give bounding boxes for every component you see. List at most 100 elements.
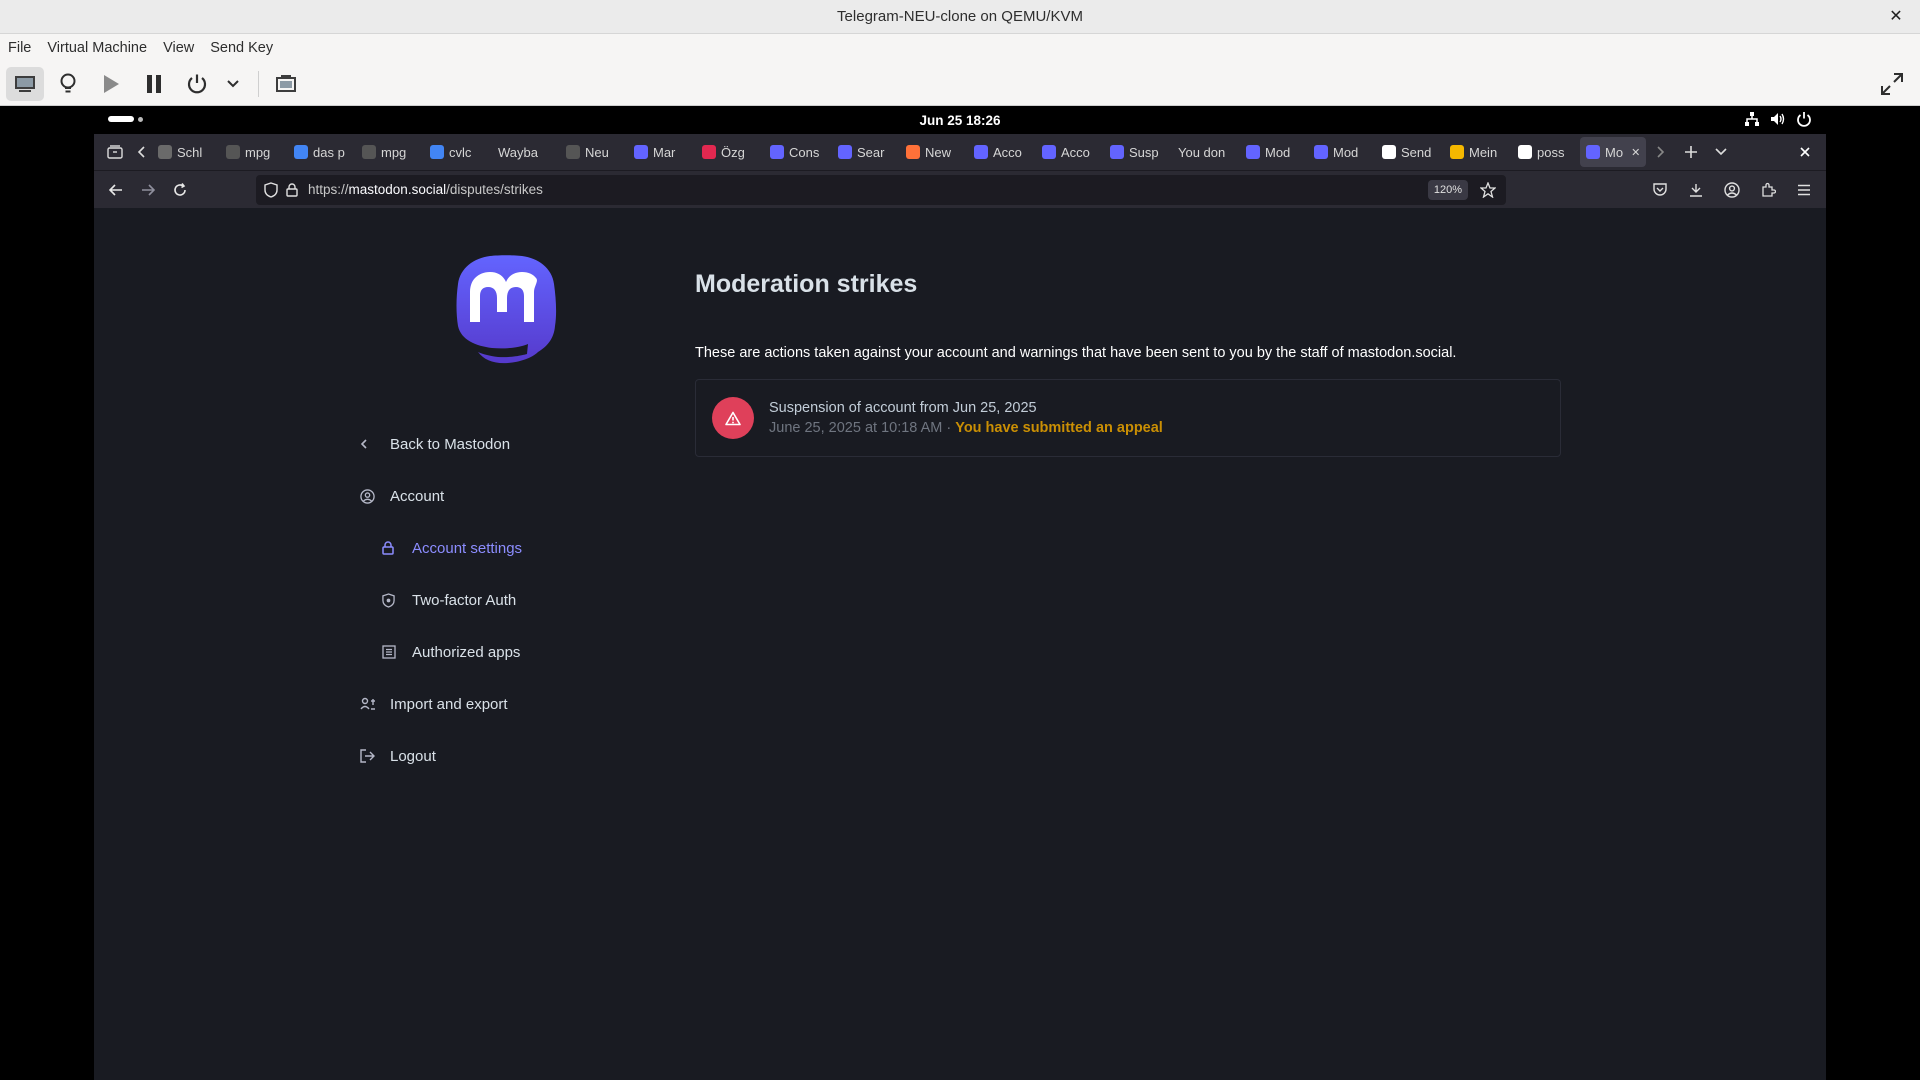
- tab[interactable]: Schl: [152, 137, 220, 167]
- tab[interactable]: mpg: [220, 137, 288, 167]
- network-icon: [1745, 112, 1759, 126]
- tab[interactable]: Cons: [764, 137, 832, 167]
- close-tab-icon[interactable]: ✕: [1631, 146, 1640, 159]
- details-button[interactable]: [49, 67, 87, 101]
- firefox-window: Schl mpg das p mpg cvlc Wayba Neu Mar Özg Cons Sea…: [94, 134, 1826, 1080]
- tab[interactable]: Acco: [1036, 137, 1104, 167]
- url-scheme: https://: [308, 182, 349, 197]
- tab-label: Mod: [1265, 144, 1291, 160]
- scroll-tabs-right[interactable]: [1646, 137, 1676, 167]
- shutdown-menu-button[interactable]: [221, 67, 245, 101]
- tab[interactable]: You don: [1172, 137, 1240, 167]
- scroll-tabs-left[interactable]: [130, 137, 152, 167]
- nav-account-settings[interactable]: Account settings: [360, 522, 660, 574]
- user-circle-icon: [360, 487, 384, 505]
- tab[interactable]: Neu: [560, 137, 628, 167]
- app-menu-button[interactable]: [1788, 174, 1820, 206]
- console-view-button[interactable]: [6, 66, 44, 101]
- nav-logout[interactable]: Logout: [360, 730, 660, 782]
- tab[interactable]: Wayba: [492, 137, 560, 167]
- hamburger-icon: [1798, 184, 1810, 195]
- tab[interactable]: Mod: [1308, 137, 1376, 167]
- close-window-button[interactable]: [1790, 137, 1820, 167]
- list-all-tabs-button[interactable]: [1706, 137, 1736, 167]
- gnome-top-bar: Jun 25 18:26: [94, 106, 1826, 134]
- downloads-button[interactable]: [1680, 174, 1712, 206]
- url-host: mastodon.social: [348, 182, 447, 197]
- tab-label: Mein: [1469, 144, 1498, 160]
- account-button[interactable]: [1716, 174, 1748, 206]
- activities-button[interactable]: [108, 116, 143, 122]
- nav-import-export[interactable]: Import and export: [360, 678, 660, 730]
- play-icon: [104, 74, 119, 93]
- menu-view[interactable]: View: [163, 40, 194, 56]
- tab[interactable]: Mein: [1444, 137, 1512, 167]
- tab-label: mpg: [381, 144, 407, 160]
- forward-button[interactable]: [132, 174, 164, 206]
- nav-back-to-mastodon[interactable]: Back to Mastodon: [360, 418, 660, 470]
- nav-authorized-apps[interactable]: Authorized apps: [360, 626, 660, 678]
- extensions-button[interactable]: [1752, 174, 1784, 206]
- tab[interactable]: New: [900, 137, 968, 167]
- nav-authorized-apps-label: Authorized apps: [412, 643, 521, 661]
- clock[interactable]: Jun 25 18:26: [919, 113, 1000, 128]
- workspace-dot: [138, 116, 143, 122]
- tab[interactable]: Mod: [1240, 137, 1308, 167]
- favicon-icon: [1042, 145, 1056, 159]
- page-description: These are actions taken against your acc…: [695, 345, 1457, 361]
- menu-virtual-machine[interactable]: Virtual Machine: [47, 40, 147, 56]
- close-icon[interactable]: ✕: [1886, 7, 1906, 27]
- tab[interactable]: Sear: [832, 137, 900, 167]
- chevron-down-icon: [1715, 148, 1727, 156]
- new-tab-button[interactable]: [1676, 137, 1706, 167]
- mastodon-logo[interactable]: [454, 254, 558, 364]
- snapshots-button[interactable]: [267, 67, 305, 101]
- shutdown-button[interactable]: [178, 67, 216, 101]
- system-status[interactable]: [1744, 111, 1812, 127]
- tab[interactable]: mpg: [356, 137, 424, 167]
- plus-icon: [1685, 146, 1698, 158]
- firefox-view-button[interactable]: [100, 137, 130, 167]
- nav-two-factor-auth[interactable]: Two-factor Auth: [360, 574, 660, 626]
- account-icon: [1724, 181, 1740, 198]
- tab[interactable]: Send: [1376, 137, 1444, 167]
- lightbulb-icon: [60, 73, 76, 92]
- strike-text: Suspension of account from Jun 25, 2025 …: [769, 400, 1163, 436]
- tab-label: Özg: [721, 144, 745, 160]
- tab-active[interactable]: Mo ✕: [1580, 137, 1647, 167]
- tab[interactable]: poss: [1512, 137, 1580, 167]
- pause-button[interactable]: [135, 67, 173, 101]
- nav-logout-label: Logout: [390, 747, 436, 765]
- tab-label: Wayba: [498, 144, 538, 160]
- tab[interactable]: Acco: [968, 137, 1036, 167]
- url-path: /disputes/strikes: [446, 182, 543, 197]
- nav-two-factor-label: Two-factor Auth: [412, 591, 517, 609]
- menu-file[interactable]: File: [8, 40, 31, 56]
- tab[interactable]: das p: [288, 137, 356, 167]
- tab-label: Mod: [1333, 144, 1359, 160]
- url-bar[interactable]: https://mastodon.social/disputes/strikes…: [256, 174, 1506, 205]
- shield-icon[interactable]: [264, 181, 278, 198]
- tab[interactable]: Mar: [628, 137, 696, 167]
- tab-label: poss: [1537, 144, 1565, 160]
- tab[interactable]: cvlc: [424, 137, 492, 167]
- pocket-button[interactable]: [1644, 174, 1676, 206]
- close-icon: [1800, 147, 1810, 157]
- menu-send-key[interactable]: Send Key: [210, 40, 273, 56]
- nav-account-label: Account: [390, 487, 445, 505]
- tab-label: Schl: [177, 144, 203, 160]
- fullscreen-button[interactable]: [1876, 68, 1908, 100]
- strike-entry[interactable]: Suspension of account from Jun 25, 2025 …: [695, 379, 1561, 457]
- nav-account[interactable]: Account: [360, 470, 660, 522]
- reload-button[interactable]: [164, 174, 196, 206]
- tab[interactable]: Özg: [696, 137, 764, 167]
- zoom-level[interactable]: 120%: [1427, 179, 1468, 200]
- vm-menubar: File Virtual Machine View Send Key: [0, 34, 1920, 62]
- star-icon[interactable]: [1480, 181, 1496, 198]
- back-button[interactable]: [100, 174, 132, 206]
- lock-icon: [382, 539, 406, 557]
- run-button[interactable]: [92, 67, 130, 101]
- favicon-icon: [1110, 145, 1124, 159]
- lock-icon[interactable]: [286, 182, 298, 197]
- tab[interactable]: Susp: [1104, 137, 1172, 167]
